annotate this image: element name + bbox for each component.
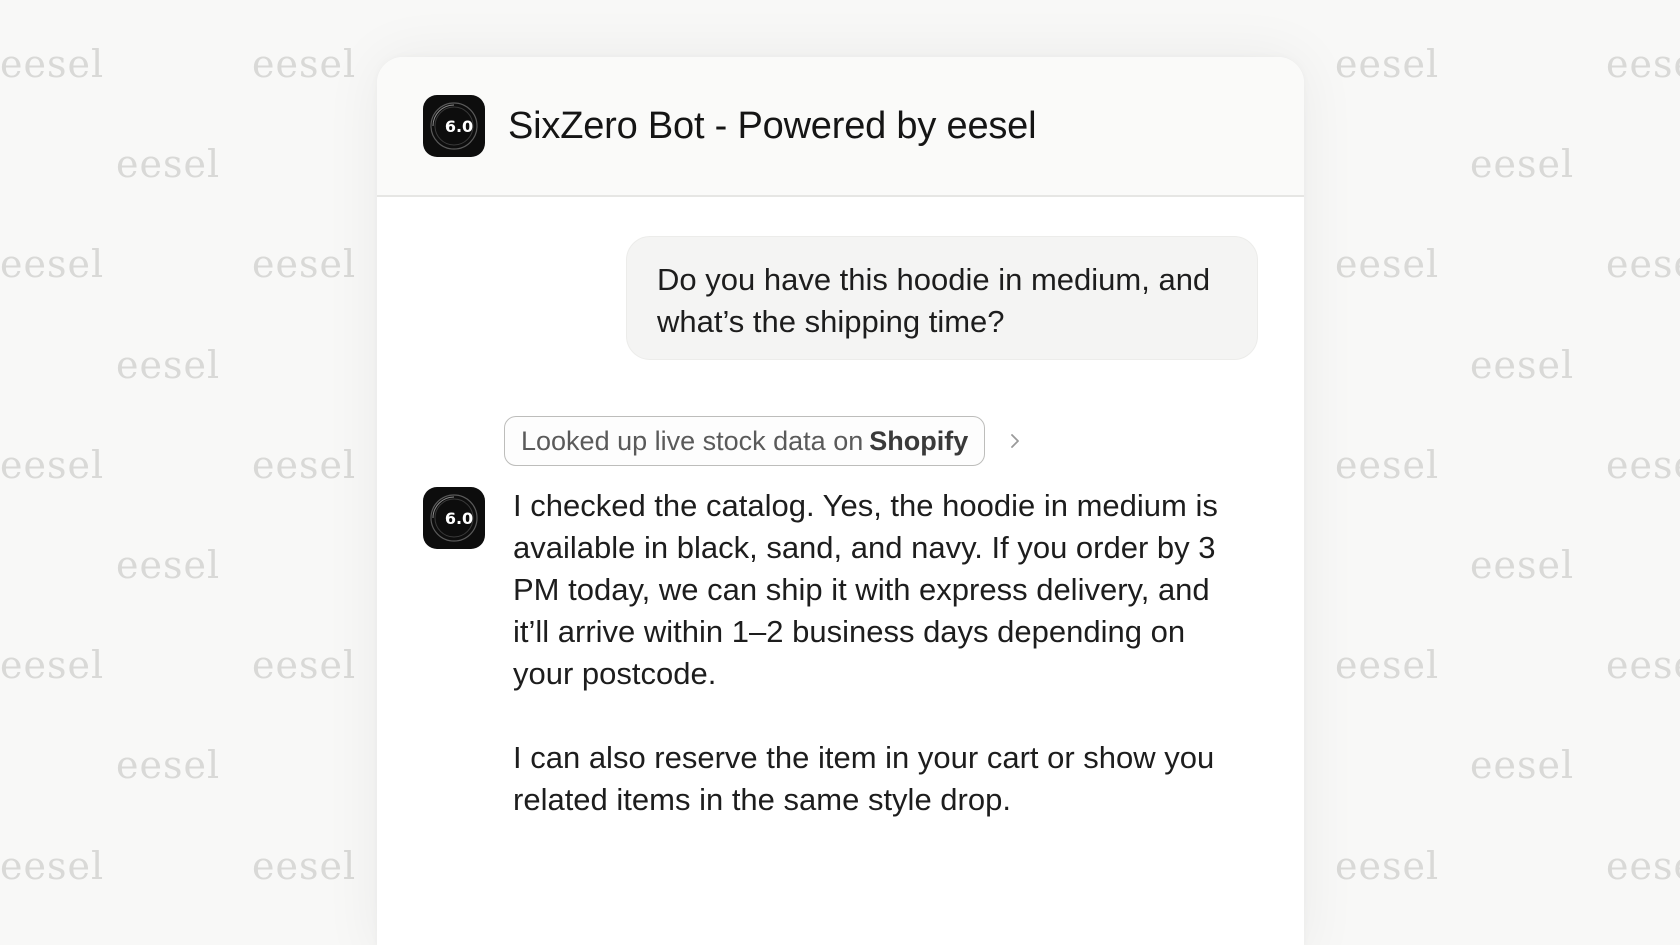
- watermark-text: eesel: [252, 443, 357, 487]
- watermark-text: eesel: [1606, 242, 1680, 286]
- watermark-text: eesel: [116, 142, 221, 186]
- watermark-text: eesel: [1335, 42, 1440, 86]
- bot-message-paragraph: I checked the catalog. Yes, the hoodie i…: [513, 488, 1218, 691]
- watermark-text: eesel: [1606, 643, 1680, 687]
- chevron-right-icon[interactable]: [1007, 433, 1023, 449]
- tool-call-row[interactable]: Looked up live stock data on Shopify: [504, 416, 1023, 466]
- bot-logo-text: 6.0: [445, 117, 473, 136]
- watermark-text: eesel: [1606, 844, 1680, 888]
- watermark-text: eesel: [116, 743, 221, 787]
- watermark-text: eesel: [252, 42, 357, 86]
- watermark-text: eesel: [0, 242, 105, 286]
- watermark-text: eesel: [252, 844, 357, 888]
- watermark-text: eesel: [1470, 142, 1575, 186]
- watermark-text: eesel: [1470, 743, 1575, 787]
- tool-call-pill[interactable]: Looked up live stock data on Shopify: [504, 416, 986, 466]
- bot-avatar-text: 6.0: [445, 509, 473, 528]
- bot-avatar-icon: 6.0: [423, 487, 485, 549]
- tool-call-source: Shopify: [869, 425, 969, 456]
- page-background: eesel eesel eesel eesel eesel eesel eesel eesel…: [0, 0, 1680, 945]
- watermark-text: eesel: [0, 42, 105, 86]
- watermark-text: eesel: [1470, 543, 1575, 587]
- watermark-text: eesel: [252, 643, 357, 687]
- bot-message-paragraph: I can also reserve the item in your cart…: [513, 740, 1215, 817]
- watermark-text: eesel: [1335, 643, 1440, 687]
- watermark-text: eesel: [252, 242, 357, 286]
- bot-message: I checked the catalog. Yes, the hoodie i…: [513, 485, 1253, 821]
- chat-panel: 6.0 SixZero Bot - Powered by eesel Do yo…: [377, 57, 1304, 945]
- watermark-text: eesel: [1335, 844, 1440, 888]
- watermark-text: eesel: [0, 844, 105, 888]
- watermark-text: eesel: [1606, 443, 1680, 487]
- tool-call-label: Looked up live stock data on: [521, 425, 864, 456]
- chat-header: 6.0 SixZero Bot - Powered by eesel: [377, 57, 1304, 197]
- watermark-text: eesel: [0, 443, 105, 487]
- watermark-text: eesel: [1470, 343, 1575, 387]
- watermark-text: eesel: [116, 343, 221, 387]
- watermark-text: eesel: [0, 643, 105, 687]
- chat-title: SixZero Bot - Powered by eesel: [508, 104, 1037, 147]
- watermark-text: eesel: [1335, 443, 1440, 487]
- watermark-text: eesel: [116, 543, 221, 587]
- watermark-text: eesel: [1606, 42, 1680, 86]
- bot-logo-icon: 6.0: [423, 95, 485, 157]
- user-message-bubble: Do you have this hoodie in medium, and w…: [626, 236, 1258, 360]
- watermark-text: eesel: [1335, 242, 1440, 286]
